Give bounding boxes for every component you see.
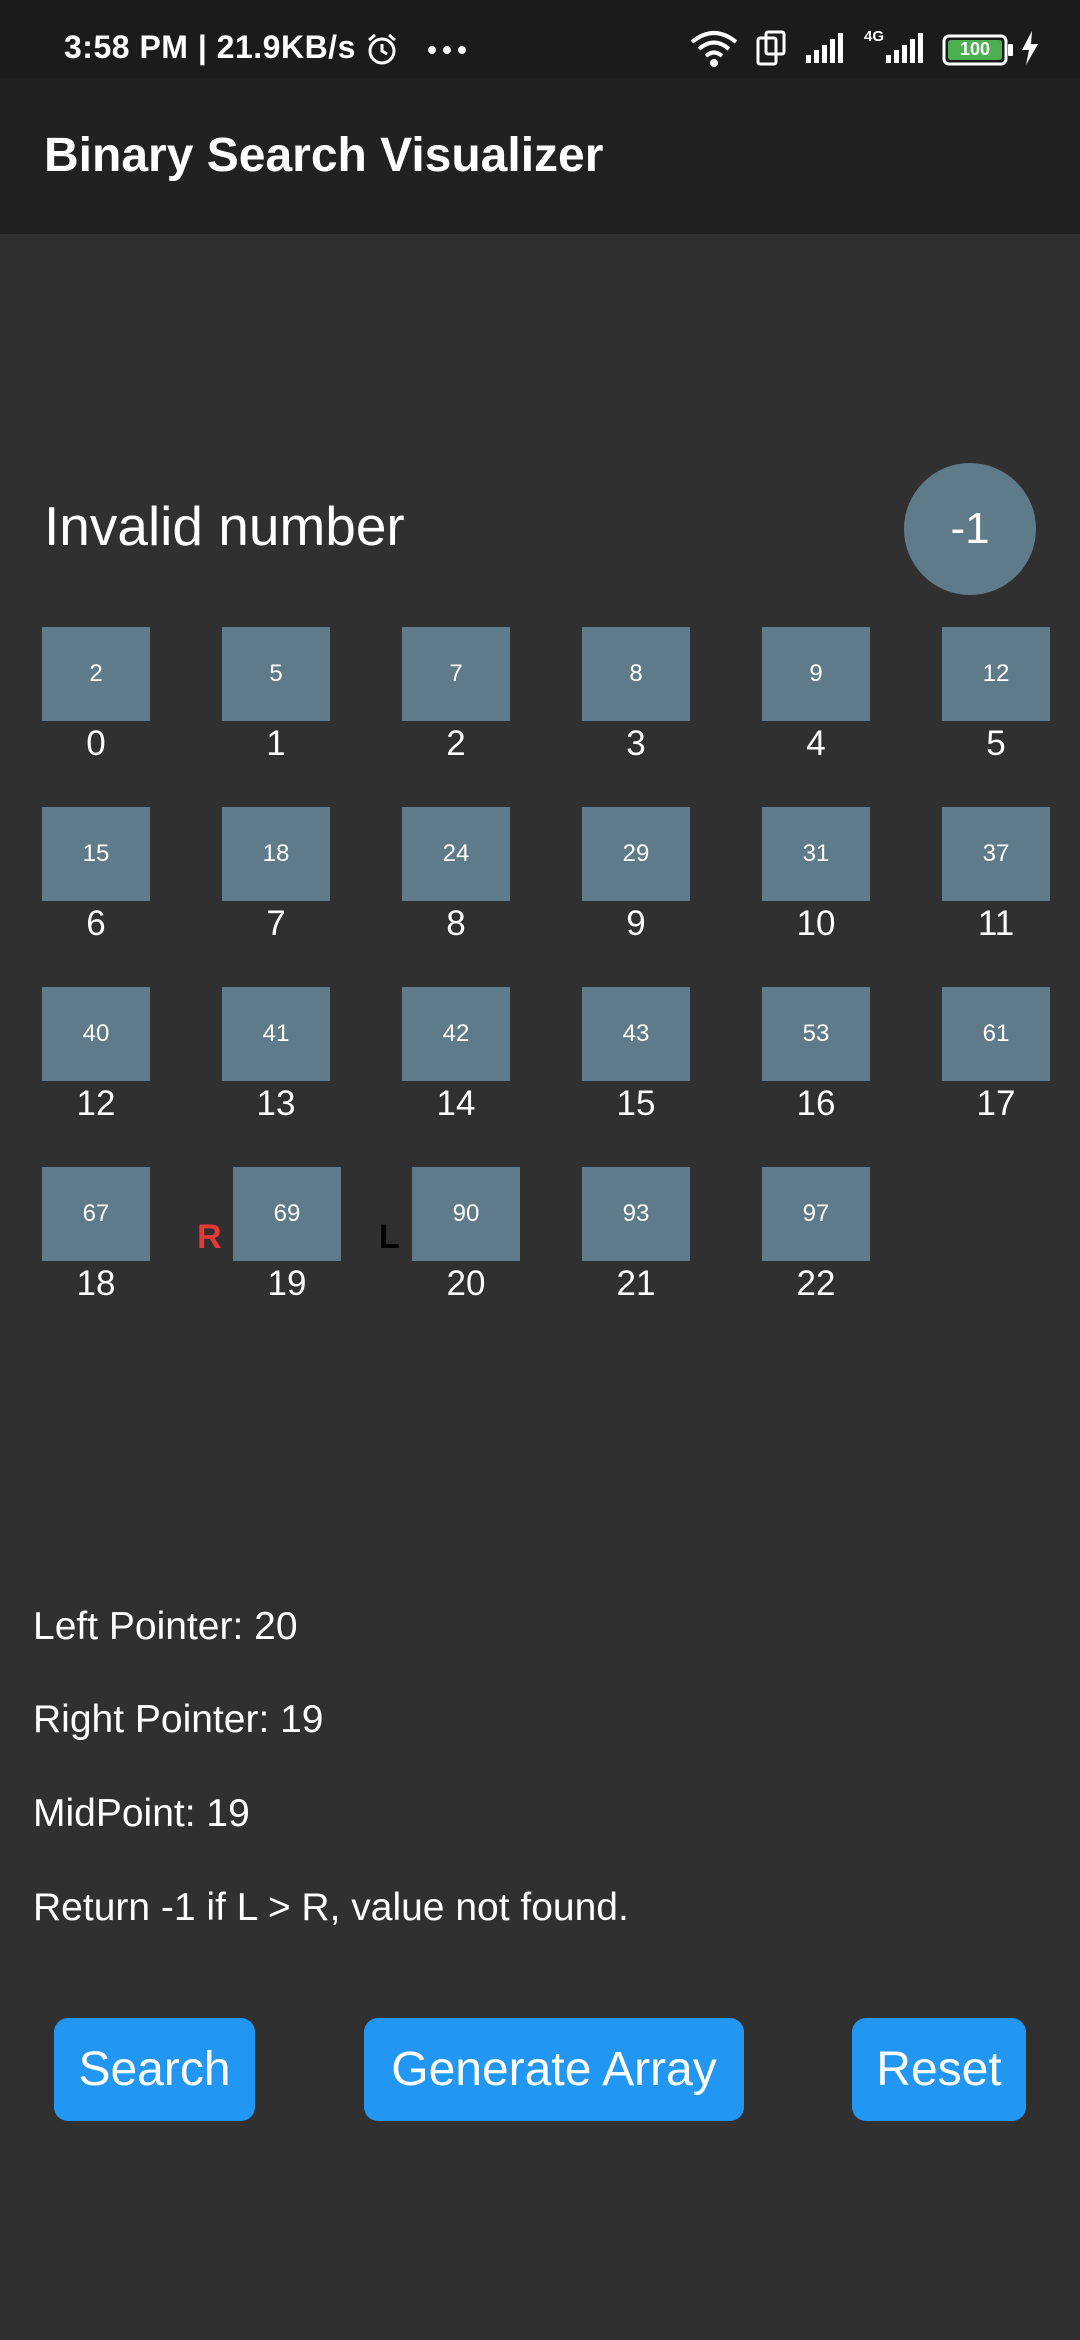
array-cell[interactable]: 61 — [942, 987, 1050, 1081]
array-cell[interactable]: 69 — [233, 1167, 341, 1261]
array-index: 14 — [436, 1084, 476, 1123]
array-index: 0 — [86, 724, 106, 763]
array-cell[interactable]: 9 — [762, 627, 870, 721]
array-index: 19 — [267, 1264, 307, 1303]
array-cell[interactable]: 42 — [402, 987, 510, 1081]
right-pointer-marker: R — [197, 1218, 222, 1256]
signal-icon — [805, 32, 846, 68]
array-index: 11 — [977, 904, 1015, 943]
sim-icon — [756, 30, 786, 71]
array-index: 16 — [796, 1084, 836, 1123]
array-index: 20 — [446, 1264, 486, 1303]
generate-array-button[interactable]: Generate Array — [364, 2018, 744, 2121]
array-index: 7 — [266, 904, 286, 943]
array-cell[interactable]: 18 — [222, 807, 330, 901]
app-title: Binary Search Visualizer — [44, 129, 604, 182]
array-cell[interactable]: 40 — [42, 987, 150, 1081]
array-cell[interactable]: 7 — [402, 627, 510, 721]
array-index: 13 — [256, 1084, 296, 1123]
array-cell[interactable]: 8 — [582, 627, 690, 721]
status-divider: | — [197, 29, 217, 66]
app-bar: Binary Search Visualizer — [0, 78, 1080, 234]
array-cell[interactable]: 15 — [42, 807, 150, 901]
array-cell[interactable]: 2 — [42, 627, 150, 721]
array-cell[interactable]: 43 — [582, 987, 690, 1081]
battery-level: 100 — [959, 39, 991, 59]
array-index: 12 — [76, 1084, 116, 1123]
array-cell[interactable]: 12 — [942, 627, 1050, 721]
array-index: 9 — [626, 904, 646, 943]
array-index: 22 — [796, 1264, 836, 1303]
array-cell[interactable]: 31 — [762, 807, 870, 901]
array-index: 2 — [446, 724, 466, 763]
array-index: 4 — [806, 724, 826, 763]
array-index: 1 — [266, 724, 286, 763]
alarm-icon — [365, 29, 408, 65]
signal-4g-icon — [886, 32, 926, 68]
status-message: Invalid number — [44, 495, 405, 557]
array-cell[interactable]: 29 — [582, 807, 690, 901]
array-index: 8 — [446, 904, 466, 943]
array-cell[interactable]: 97 — [762, 1167, 870, 1261]
array-cell[interactable]: 24 — [402, 807, 510, 901]
wifi-icon — [688, 28, 740, 73]
status-right: 4G 100 — [688, 26, 1040, 74]
search-button[interactable]: Search — [54, 2018, 255, 2121]
array-index: 15 — [616, 1084, 656, 1123]
array-index: 18 — [76, 1264, 116, 1303]
array-cell[interactable]: 90 — [412, 1167, 520, 1261]
array-index: 10 — [796, 904, 836, 943]
left-pointer-marker: L — [379, 1218, 400, 1256]
left-pointer-info: Left Pointer: 20 — [33, 1605, 298, 1648]
array-index: 6 — [86, 904, 106, 943]
array-index: 17 — [976, 1084, 1016, 1123]
charging-icon — [1020, 30, 1040, 70]
array-cell[interactable]: 93 — [582, 1167, 690, 1261]
array-index: 5 — [986, 724, 1006, 763]
status-left: 3:58 PM | 21.9KB/s — [64, 27, 467, 66]
array-cell[interactable]: 5 — [222, 627, 330, 721]
midpoint-info: MidPoint: 19 — [33, 1792, 250, 1835]
target-value-circle: -1 — [904, 463, 1036, 595]
array-index: 21 — [616, 1264, 656, 1303]
right-pointer-info: Right Pointer: 19 — [33, 1698, 324, 1741]
array-cell[interactable]: 37 — [942, 807, 1050, 901]
battery-icon: 100 — [942, 34, 1014, 66]
array-index: 3 — [626, 724, 646, 763]
status-bar: 3:58 PM | 21.9KB/s 4G 100 — [0, 0, 1080, 78]
reset-button[interactable]: Reset — [852, 2018, 1026, 2121]
array-cell[interactable]: 53 — [762, 987, 870, 1081]
array-cell[interactable]: 41 — [222, 987, 330, 1081]
status-net-speed: 21.9KB/s — [216, 29, 356, 66]
result-note: Return -1 if L > R, value not found. — [33, 1886, 629, 1929]
status-time: 3:58 PM — [64, 29, 189, 66]
array-cell[interactable]: 67 — [42, 1167, 150, 1261]
network-type-label: 4G — [863, 28, 884, 45]
more-dots-icon — [427, 29, 467, 65]
